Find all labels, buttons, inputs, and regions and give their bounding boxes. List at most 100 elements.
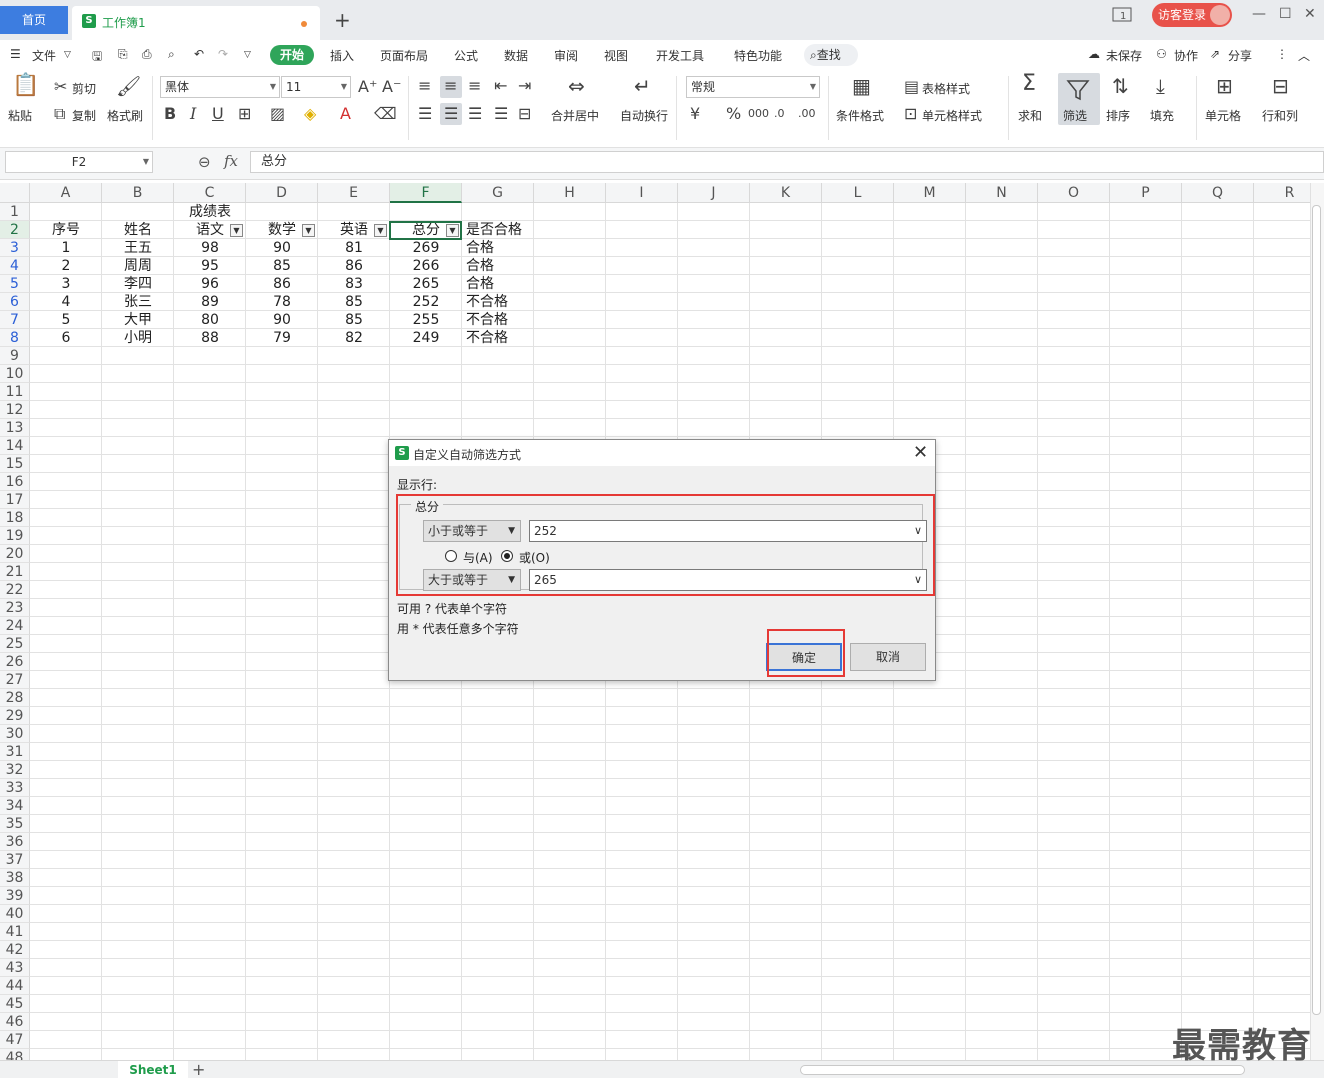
data-cell[interactable]: 80 <box>174 311 246 329</box>
select-all-corner[interactable] <box>0 183 30 203</box>
data-cell[interactable]: 269 <box>390 239 462 257</box>
row-header[interactable]: 40 <box>0 905 30 923</box>
row-header[interactable]: 30 <box>0 725 30 743</box>
data-cell[interactable]: 85 <box>246 257 318 275</box>
currency-icon[interactable]: ¥ <box>690 106 700 122</box>
data-cell[interactable]: 周周 <box>102 257 174 275</box>
data-cell[interactable]: 合格 <box>466 257 494 275</box>
cell-fill-pattern-icon[interactable]: ▨ <box>270 106 285 122</box>
align-bottom-icon[interactable]: ≡ <box>468 78 481 94</box>
row-header[interactable]: 42 <box>0 941 30 959</box>
chevron-down-icon[interactable]: ▽ <box>64 50 71 60</box>
row-header[interactable]: 10 <box>0 365 30 383</box>
column-header[interactable]: B <box>102 183 174 203</box>
row-header[interactable]: 1 <box>0 203 30 221</box>
column-header[interactable]: M <box>894 183 966 203</box>
data-cell[interactable]: 82 <box>318 329 390 347</box>
row-header[interactable]: 12 <box>0 401 30 419</box>
row-header[interactable]: 31 <box>0 743 30 761</box>
data-cell[interactable]: 李四 <box>102 275 174 293</box>
align-left-icon[interactable]: ☰ <box>418 106 432 122</box>
clear-format-icon[interactable]: ⌫ <box>374 106 397 122</box>
close-window-icon[interactable]: ✕ <box>1304 6 1316 22</box>
column-header[interactable]: E <box>318 183 390 203</box>
collab-button[interactable]: 协作 <box>1174 47 1198 64</box>
row-header[interactable]: 14 <box>0 437 30 455</box>
undo-icon[interactable]: ↶ <box>194 47 204 61</box>
thousands-icon[interactable]: 000 <box>748 106 769 122</box>
increase-decimal-icon[interactable]: .0 <box>774 106 785 122</box>
row-header[interactable]: 11 <box>0 383 30 401</box>
cancel-button[interactable]: 取消 <box>850 643 926 671</box>
row-header[interactable]: 4 <box>0 257 30 275</box>
underline-icon[interactable]: U <box>212 106 224 122</box>
data-cell[interactable]: 249 <box>390 329 462 347</box>
data-cell[interactable]: 6 <box>30 329 102 347</box>
fill-icon[interactable]: ⤓ <box>1156 76 1165 96</box>
column-header[interactable]: O <box>1038 183 1110 203</box>
unsaved-label[interactable]: 未保存 <box>1106 47 1142 64</box>
row-header[interactable]: 16 <box>0 473 30 491</box>
copy-button[interactable]: 复制 <box>72 107 96 124</box>
row-header[interactable]: 23 <box>0 599 30 617</box>
row-header[interactable]: 26 <box>0 653 30 671</box>
font-shrink-icon[interactable]: A⁻ <box>382 79 401 95</box>
row-header[interactable]: 48 <box>0 1049 30 1060</box>
row-header[interactable]: 38 <box>0 869 30 887</box>
row-header[interactable]: 25 <box>0 635 30 653</box>
data-cell[interactable]: 85 <box>318 311 390 329</box>
row-header[interactable]: 6 <box>0 293 30 311</box>
border-icon[interactable]: ⊞ <box>238 106 251 122</box>
number-format-select[interactable]: 常规 ▼ <box>686 76 820 98</box>
row-header[interactable]: 7 <box>0 311 30 329</box>
data-cell[interactable]: 90 <box>246 239 318 257</box>
menu-developer[interactable]: 开发工具 <box>656 47 704 64</box>
data-cell[interactable]: 266 <box>390 257 462 275</box>
row-header[interactable]: 9 <box>0 347 30 365</box>
font-grow-icon[interactable]: A⁺ <box>358 79 377 95</box>
filter-button[interactable]: 筛选 <box>1063 107 1087 124</box>
data-cell[interactable]: 合格 <box>466 275 494 293</box>
data-cell[interactable]: 78 <box>246 293 318 311</box>
column-header[interactable]: C <box>174 183 246 203</box>
fx-icon[interactable]: fx <box>224 152 238 170</box>
new-tab-plus-icon[interactable]: + <box>334 8 351 32</box>
conditional-format-icon[interactable]: ▦ <box>852 76 871 96</box>
data-cell[interactable]: 252 <box>390 293 462 311</box>
quick-access-chevron-icon[interactable]: ▽ <box>244 50 251 60</box>
close-icon[interactable]: ✕ <box>913 442 928 463</box>
header-cell[interactable]: 姓名 <box>102 221 174 239</box>
format-painter-button[interactable]: 格式刷 <box>107 107 143 124</box>
data-cell[interactable]: 98 <box>174 239 246 257</box>
paste-icon[interactable]: 📋 <box>12 75 39 97</box>
row-header[interactable]: 46 <box>0 1013 30 1031</box>
minimize-icon[interactable]: — <box>1252 6 1266 22</box>
column-header[interactable]: K <box>750 183 822 203</box>
name-box[interactable]: F2 ▼ <box>5 151 153 173</box>
row-header[interactable]: 8 <box>0 329 30 347</box>
row-col-button[interactable]: 行和列 <box>1262 107 1298 124</box>
data-cell[interactable]: 79 <box>246 329 318 347</box>
row-header[interactable]: 22 <box>0 581 30 599</box>
data-cell[interactable]: 大甲 <box>102 311 174 329</box>
data-cell[interactable]: 合格 <box>466 239 494 257</box>
row-header[interactable]: 41 <box>0 923 30 941</box>
row-header[interactable]: 43 <box>0 959 30 977</box>
cut-button[interactable]: 剪切 <box>72 80 96 97</box>
align-top-icon[interactable]: ≡ <box>418 78 431 94</box>
save-icon[interactable]: 🖫 <box>92 47 102 68</box>
column-header[interactable]: L <box>822 183 894 203</box>
menu-review[interactable]: 审阅 <box>554 47 578 64</box>
row-header[interactable]: 35 <box>0 815 30 833</box>
data-cell[interactable]: 王五 <box>102 239 174 257</box>
data-cell[interactable]: 张三 <box>102 293 174 311</box>
header-cell[interactable]: 是否合格 <box>466 221 522 239</box>
column-header[interactable]: N <box>966 183 1038 203</box>
justify-icon[interactable]: ☰ <box>494 106 508 122</box>
menu-special[interactable]: 特色功能 <box>734 47 782 64</box>
window-layout-icon[interactable]: 1 <box>1112 7 1132 23</box>
data-cell[interactable]: 95 <box>174 257 246 275</box>
indent-decrease-icon[interactable]: ⇤ <box>494 78 507 94</box>
copy-icon[interactable]: ⧉ <box>54 106 65 122</box>
column-header[interactable]: J <box>678 183 750 203</box>
